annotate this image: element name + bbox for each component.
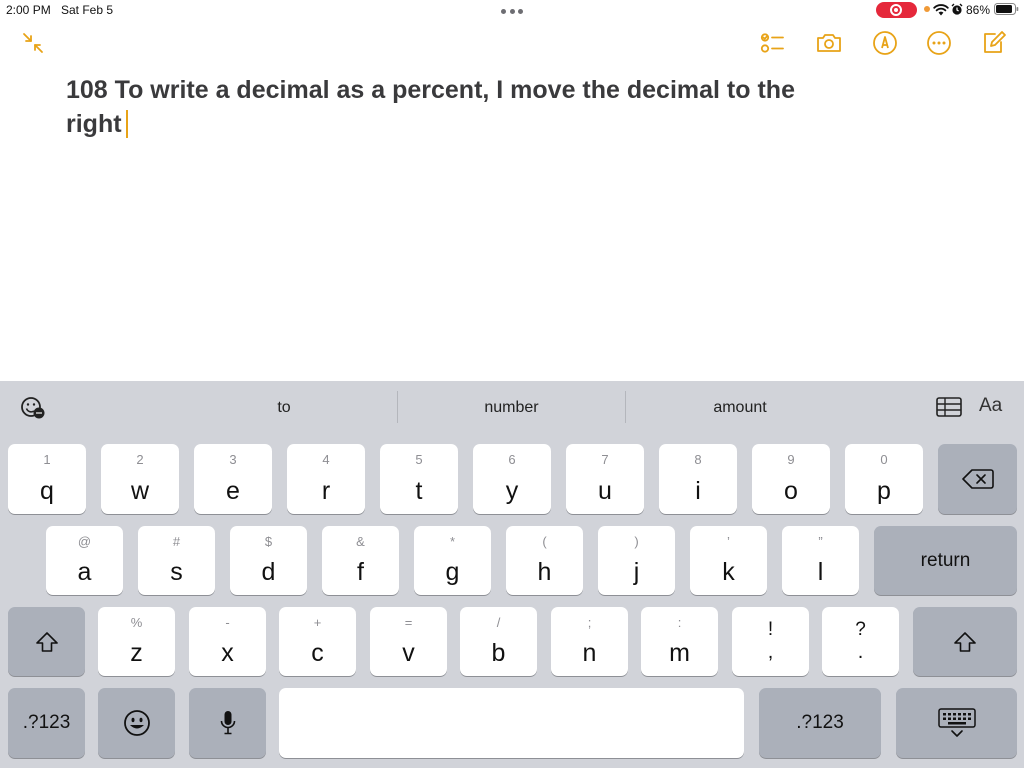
key-g[interactable]: * g [414, 526, 491, 595]
key-i[interactable]: 8i [659, 444, 737, 514]
status-date: Sat Feb 5 [61, 3, 114, 17]
key-x[interactable]: -x [189, 607, 266, 676]
key-h[interactable]: (h [506, 526, 583, 595]
return-key[interactable]: return [874, 526, 1017, 595]
key-c[interactable]: + c [279, 607, 356, 676]
microphone-icon [220, 711, 235, 735]
text-cursor [125, 110, 128, 138]
key-p[interactable]: 0p [845, 444, 923, 514]
key-period-question[interactable]: ?. [822, 607, 899, 676]
suggestion-bar: to number amount Aa [0, 381, 1024, 433]
microphone-in-use-dot [924, 6, 930, 12]
status-bar: 2:00 PM Sat Feb 5 86% [0, 0, 1024, 20]
shift-key-right[interactable] [913, 607, 1017, 676]
text-format-button[interactable]: Aa [979, 395, 1002, 417]
keyboard-dismiss-icon [937, 708, 976, 737]
key-o[interactable]: 9o [752, 444, 830, 514]
key-r[interactable]: 4r [287, 444, 365, 514]
ellipsis-circle-icon[interactable] [926, 30, 952, 56]
notes-app: 2:00 PM Sat Feb 5 86% 108 To write a dec… [0, 0, 1024, 768]
emoji-search-icon[interactable] [20, 396, 46, 420]
note-text[interactable]: 108 To write a decimal as a percent, I m… [66, 76, 795, 138]
alarm-icon [951, 3, 963, 15]
compose-icon[interactable] [981, 30, 1007, 56]
numbers-key-left[interactable]: .?123 [8, 688, 85, 758]
key-a[interactable]: @ a [46, 526, 123, 595]
emoji-key[interactable] [98, 688, 175, 758]
note-body[interactable]: 108 To write a decimal as a percent, I m… [66, 73, 826, 141]
dismiss-keyboard-key[interactable] [896, 688, 1017, 758]
backspace-icon [961, 469, 994, 489]
onscreen-keyboard: to number amount Aa 1q 2w 3e 4r 5t 6y 7u… [0, 381, 1024, 768]
shift-key-left[interactable] [8, 607, 85, 676]
key-v[interactable]: = v [370, 607, 447, 676]
suggestion-3[interactable]: amount [626, 392, 854, 424]
table-icon[interactable] [936, 397, 962, 417]
wifi-icon [933, 4, 949, 16]
checklist-icon[interactable] [759, 30, 785, 56]
shift-icon [954, 631, 976, 652]
key-l[interactable]: ” l [782, 526, 859, 595]
battery-percentage: 86% [966, 3, 991, 17]
key-comma-exclamation[interactable]: !, [732, 607, 809, 676]
key-b[interactable]: / b [460, 607, 537, 676]
multitasking-dots-icon[interactable] [501, 9, 523, 14]
key-s[interactable]: # s [138, 526, 215, 595]
space-bar[interactable] [279, 688, 744, 758]
key-w[interactable]: 2w [101, 444, 179, 514]
key-q[interactable]: 1q [8, 444, 86, 514]
camera-icon[interactable] [816, 30, 842, 56]
status-time: 2:00 PM [6, 3, 51, 17]
numbers-key-right[interactable]: .?123 [759, 688, 881, 758]
smiley-icon [123, 710, 150, 736]
key-f[interactable]: & f [322, 526, 399, 595]
markup-pen-icon[interactable] [872, 30, 898, 56]
key-m[interactable]: :m [641, 607, 718, 676]
key-d[interactable]: $ d [230, 526, 307, 595]
key-u[interactable]: 7u [566, 444, 644, 514]
battery-icon [994, 3, 1019, 15]
shift-icon [35, 631, 58, 652]
key-k[interactable]: ’ k [690, 526, 767, 595]
key-j[interactable]: ) j [598, 526, 675, 595]
suggestion-2[interactable]: number [398, 392, 625, 424]
screen-recording-icon[interactable] [876, 2, 917, 18]
collapse-arrows-icon[interactable] [20, 30, 46, 56]
key-z[interactable]: % z [98, 607, 175, 676]
key-n[interactable]: ; n [551, 607, 628, 676]
delete-key[interactable] [938, 444, 1017, 514]
suggestion-1[interactable]: to [170, 392, 398, 424]
key-y[interactable]: 6y [473, 444, 551, 514]
dictation-key[interactable] [189, 688, 266, 758]
key-t[interactable]: 5t [380, 444, 458, 514]
key-e[interactable]: 3e [194, 444, 272, 514]
